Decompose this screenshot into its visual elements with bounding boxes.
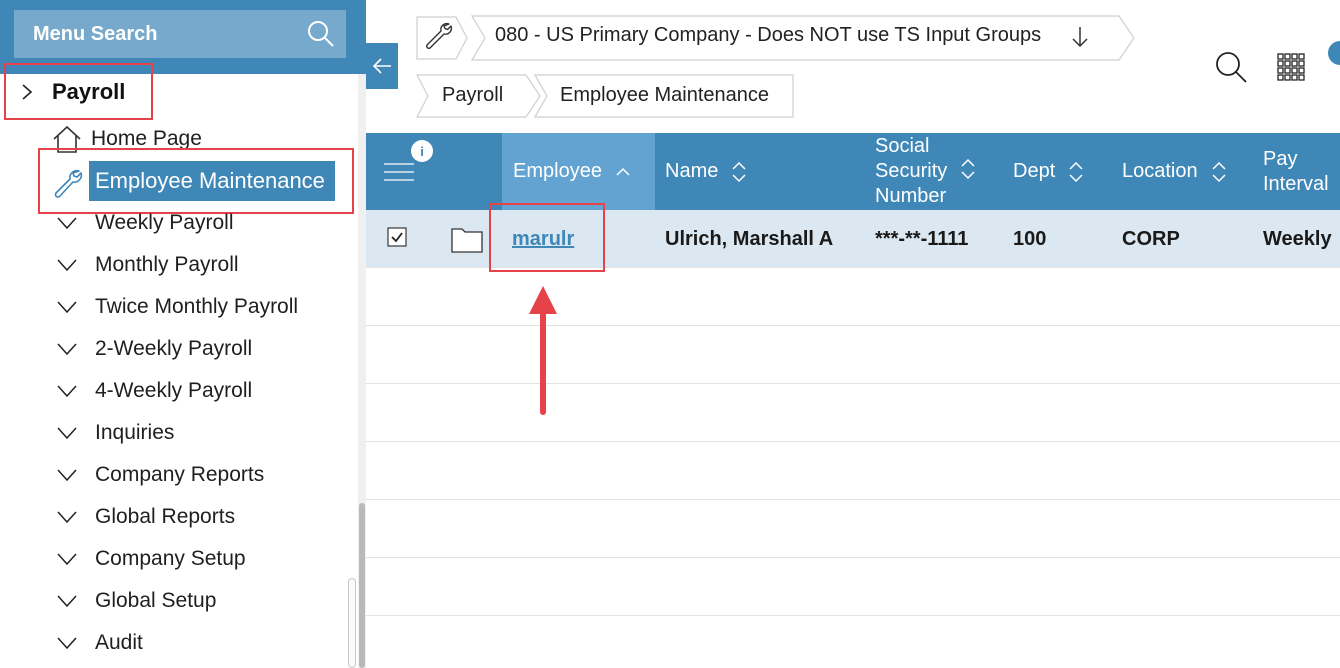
breadcrumb-payroll-label[interactable]: Payroll [442,84,503,107]
breadcrumb-company-label[interactable]: 080 - US Primary Company - Does NOT use … [495,24,1041,47]
search-icon[interactable] [1214,50,1248,84]
sidebar: Menu Search Payroll Home Page Employee M… [0,0,366,668]
column-header-ssn[interactable]: Social Security Number [875,133,977,210]
column-header-label: Dept [1013,160,1056,182]
column-header-name[interactable]: Name [665,133,748,210]
breadcrumb-tools[interactable] [416,16,468,60]
column-header-employee[interactable]: Employee [502,133,655,210]
cell-name: Ulrich, Marshall A [665,227,834,250]
search-icon[interactable] [306,19,336,49]
menu-search-box[interactable]: Menu Search [14,10,346,58]
checkbox-icon[interactable] [387,227,407,247]
sidebar-item-monthly-payroll[interactable]: Monthly Payroll [56,250,239,280]
column-header-label-line: Social [875,135,930,157]
arrow-down-icon[interactable] [1070,25,1090,49]
chevron-down-icon [57,637,77,650]
sidebar-item-label: Weekly Payroll [95,211,234,234]
sidebar-item-4-weekly-payroll[interactable]: 4-Weekly Payroll [56,376,252,406]
column-header-location[interactable]: Location [1122,133,1228,210]
info-icon[interactable]: i [411,140,433,162]
menu-lines-icon[interactable] [384,160,414,184]
sidebar-item-company-reports[interactable]: Company Reports [56,460,264,490]
column-header-pay-interval[interactable]: Pay Interval [1263,133,1329,210]
chevron-down-icon [57,301,77,314]
table-row-empty [366,326,1340,384]
sort-icon [732,161,746,182]
column-header-label-line: Interval [1263,172,1329,195]
sidebar-item-weekly-payroll[interactable]: Weekly Payroll [56,208,234,238]
chevron-down-icon [57,217,77,230]
column-header-label-line: Security [875,160,948,182]
avatar[interactable] [1328,41,1340,65]
column-header-label: Pay Interval [1263,147,1329,197]
sidebar-item-label: 4-Weekly Payroll [95,379,253,402]
table-row-empty [366,384,1340,442]
sidebar-item-label: Global Setup [95,589,217,612]
sidebar-item-audit[interactable]: Audit [56,628,143,658]
arrow-left-icon [372,58,391,74]
annotation-arrow-up [529,286,557,415]
sidebar-item-label: Employee Maintenance [89,161,335,201]
chevron-down-icon [57,259,77,272]
sort-ascending-icon [616,167,630,176]
folder-icon[interactable] [451,225,483,253]
sidebar-item-payroll[interactable]: Payroll [4,63,153,120]
chevron-down-icon [57,511,77,524]
menu-search-label: Menu Search [33,22,158,45]
breadcrumb-page-label: Employee Maintenance [560,84,770,106]
sidebar-item-global-reports[interactable]: Global Reports [56,502,235,532]
table-row-empty [366,500,1340,558]
column-header-dept[interactable]: Dept [1013,133,1085,210]
sidebar-item-company-setup[interactable]: Company Setup [56,544,246,574]
chevron-down-icon [57,469,77,482]
sort-icon [1069,161,1083,182]
column-header-label: Location [1122,160,1198,182]
sidebar-item-2-weekly-payroll[interactable]: 2-Weekly Payroll [56,334,252,364]
table-row-empty [366,442,1340,500]
sidebar-inner-scrollbar[interactable] [348,578,356,668]
column-header-label: Social Security Number [875,134,947,209]
sidebar-item-label: Monthly Payroll [95,253,239,276]
cell-ssn: ***-**-1111 [875,227,969,250]
wrench-icon [54,169,83,198]
column-header-label: Employee [513,160,602,182]
chevron-down-icon [57,385,77,398]
sidebar-item-label: Company Reports [95,463,265,486]
sidebar-item-label: Global Reports [95,505,236,528]
sidebar-item-label: Twice Monthly Payroll [95,295,299,318]
column-header-label-line: Pay [1263,147,1298,170]
sidebar-item-label: Audit [95,631,143,654]
table-row-empty [366,268,1340,326]
chevron-down-icon [57,595,77,608]
apps-grid-icon[interactable] [1277,53,1305,81]
sidebar-item-label: Inquiries [95,421,175,444]
chevron-down-icon [57,553,77,566]
sidebar-item-twice-monthly-payroll[interactable]: Twice Monthly Payroll [56,292,298,322]
cell-pay-interval: Weekly [1263,227,1332,250]
chevron-down-icon [57,427,77,440]
collapse-sidebar-button[interactable] [366,43,398,89]
chevron-down-icon [57,343,77,356]
cell-dept: 100 [1013,227,1047,250]
table-row-empty [366,558,1340,616]
sidebar-scrollbar-thumb[interactable] [359,503,365,668]
sidebar-item-label: 2-Weekly Payroll [95,337,253,360]
sidebar-item-employee-maintenance[interactable]: Employee Maintenance [38,148,354,214]
sidebar-item-global-setup[interactable]: Global Setup [56,586,216,616]
sort-icon [1212,161,1226,182]
sort-icon [961,158,975,179]
sidebar-item-label: Company Setup [95,547,246,570]
sidebar-item-inquiries[interactable]: Inquiries [56,418,174,448]
column-header-label-line: Number [875,185,947,207]
chevron-right-icon [22,83,33,100]
column-header-label: Name [665,160,719,182]
annotation-highlight-box [489,203,605,272]
sidebar-item-label: Payroll [52,78,126,104]
table-header: i Employee Name Social Security Number D… [366,133,1340,210]
cell-location: CORP [1122,227,1180,250]
